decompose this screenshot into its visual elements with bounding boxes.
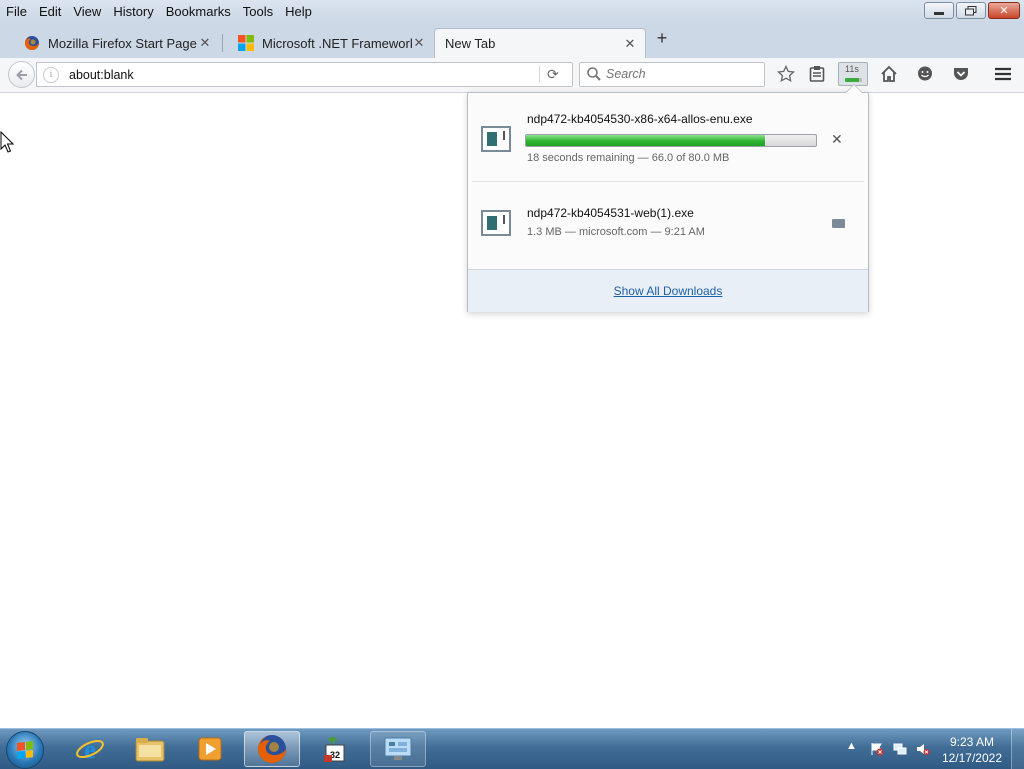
taskbar-installer[interactable]: 32 [306, 731, 362, 767]
executable-file-icon [481, 210, 511, 236]
site-info-icon[interactable]: i [43, 67, 59, 83]
windows-explorer-icon [135, 738, 165, 762]
navigation-toolbar: i about:blank ⟳ 11s [0, 58, 1024, 93]
clock-time: 9:23 AM [949, 735, 994, 749]
new-tab-plus-icon[interactable]: + [652, 28, 672, 49]
firefox-icon [25, 36, 39, 50]
hamburger-menu-icon [995, 67, 1011, 81]
action-center-flag-icon[interactable] [870, 742, 884, 756]
clock-date: 12/17/2022 [941, 751, 1002, 765]
menu-file[interactable]: File [0, 4, 33, 19]
svg-text:e: e [84, 735, 96, 764]
menu-bar: File Edit View History Bookmarks Tools H… [0, 0, 1024, 22]
download-status: 18 seconds remaining — 66.0 of 80.0 MB [527, 152, 730, 164]
show-all-downloads-link[interactable]: Show All Downloads [614, 284, 723, 298]
url-bar[interactable]: i about:blank ⟳ [36, 62, 573, 87]
downloads-panel-arrow-inner [846, 85, 862, 93]
taskbar-internet-explorer[interactable]: e [62, 731, 118, 767]
show-hidden-icons-icon[interactable]: ▲ [846, 740, 860, 754]
restore-icon [965, 5, 977, 15]
system-tray: ▲ 9:23 AM 12/17/2022 [834, 729, 1024, 769]
tab-title: Mozilla Firefox Start Page [48, 35, 197, 51]
search-icon [587, 67, 601, 81]
open-folder-icon[interactable] [832, 219, 845, 228]
cancel-download-icon[interactable]: ✕ [831, 131, 843, 148]
firefox-icon [258, 735, 286, 763]
download-toolbar-progress [845, 78, 862, 82]
back-button[interactable] [8, 61, 35, 88]
clipboard-icon [809, 66, 825, 82]
system-clock[interactable]: 9:23 AM 12/17/2022 [942, 734, 1002, 766]
tab-title: Microsoft .NET Framework... [262, 35, 412, 51]
download-item-in-progress[interactable]: ndp472-kb4054530-x86-x64-allos-enu.exe 1… [468, 93, 868, 181]
tab-title: New Tab [445, 36, 496, 51]
tab-strip: Mozilla Firefox Start Page ✕ Microsoft .… [0, 22, 1024, 59]
menu-help[interactable]: Help [279, 4, 318, 19]
download-time-remaining: 11s [845, 64, 859, 74]
downloads-panel: ndp472-kb4054530-x86-x64-allos-enu.exe 1… [467, 92, 869, 312]
installer-32-icon: 32 [324, 737, 345, 762]
bookmark-star-button[interactable] [774, 63, 798, 85]
window-controls: ✕ [924, 2, 1020, 19]
minimize-button[interactable] [924, 2, 954, 19]
url-text[interactable]: about:blank [69, 68, 134, 82]
back-arrow-icon [15, 69, 27, 80]
menu-view[interactable]: View [67, 4, 107, 19]
open-menu-button[interactable] [991, 63, 1015, 85]
windows-logo-icon [17, 741, 33, 759]
pocket-button[interactable] [949, 63, 973, 85]
home-button[interactable] [877, 63, 901, 85]
taskbar-control-panel[interactable] [370, 731, 426, 767]
search-bar[interactable] [579, 62, 765, 87]
start-button[interactable] [6, 731, 44, 769]
chat-smiley-icon [918, 66, 932, 81]
reload-icon[interactable]: ⟳ [547, 66, 559, 83]
menu-tools[interactable]: Tools [237, 4, 279, 19]
home-icon [881, 65, 897, 82]
menu-history[interactable]: History [107, 4, 159, 19]
taskbar-firefox[interactable] [244, 731, 300, 767]
tab-firefox-start-page[interactable]: Mozilla Firefox Start Page ✕ [10, 28, 220, 58]
bookmarks-menu-button[interactable] [805, 63, 829, 85]
download-progress-fill [526, 135, 766, 146]
download-progress-bar [525, 134, 817, 147]
restore-button[interactable] [956, 2, 986, 19]
download-filename: ndp472-kb4054530-x86-x64-allos-enu.exe [527, 112, 753, 126]
mouse-cursor-icon [0, 131, 14, 153]
taskbar-windows-explorer[interactable] [122, 731, 178, 767]
tab-new-tab[interactable]: New Tab ✕ [434, 28, 646, 58]
executable-file-icon [481, 126, 511, 152]
show-desktop-button[interactable] [1011, 729, 1024, 769]
hello-button[interactable] [913, 63, 937, 85]
download-item-completed[interactable]: ndp472-kb4054531-web(1).exe 1.3 MB — mic… [468, 182, 868, 268]
minimize-icon [934, 11, 944, 15]
url-bar-divider [539, 66, 540, 83]
downloads-button[interactable]: 11s [838, 62, 868, 86]
tab-separator [222, 34, 223, 52]
volume-muted-icon[interactable] [916, 742, 930, 756]
network-icon[interactable] [893, 742, 907, 756]
windows-taskbar: e 32 ▲ 9:23 AM 12/17/2022 [0, 728, 1024, 769]
download-status: 1.3 MB — microsoft.com — 9:21 AM [527, 226, 705, 238]
tab-microsoft-net-framework[interactable]: Microsoft .NET Framework... ✕ [224, 28, 434, 58]
menu-bookmarks[interactable]: Bookmarks [160, 4, 237, 19]
microsoft-logo-icon [238, 35, 254, 51]
search-input[interactable] [604, 66, 758, 82]
internet-explorer-icon: e [76, 735, 104, 764]
downloads-panel-footer: Show All Downloads [468, 269, 868, 312]
taskbar-media-player[interactable] [182, 731, 238, 767]
pocket-icon [954, 68, 968, 80]
close-icon: ✕ [999, 5, 1009, 17]
tab-close-icon[interactable]: ✕ [623, 36, 637, 52]
tab-close-icon[interactable]: ✕ [198, 35, 212, 51]
media-player-icon [198, 737, 222, 761]
download-filename: ndp472-kb4054531-web(1).exe [527, 206, 694, 220]
tab-close-icon[interactable]: ✕ [412, 35, 426, 51]
menu-edit[interactable]: Edit [33, 4, 67, 19]
close-window-button[interactable]: ✕ [988, 2, 1020, 19]
control-panel-icon [384, 737, 412, 760]
download-toolbar-progress-fill [845, 78, 859, 82]
star-icon [777, 65, 795, 83]
